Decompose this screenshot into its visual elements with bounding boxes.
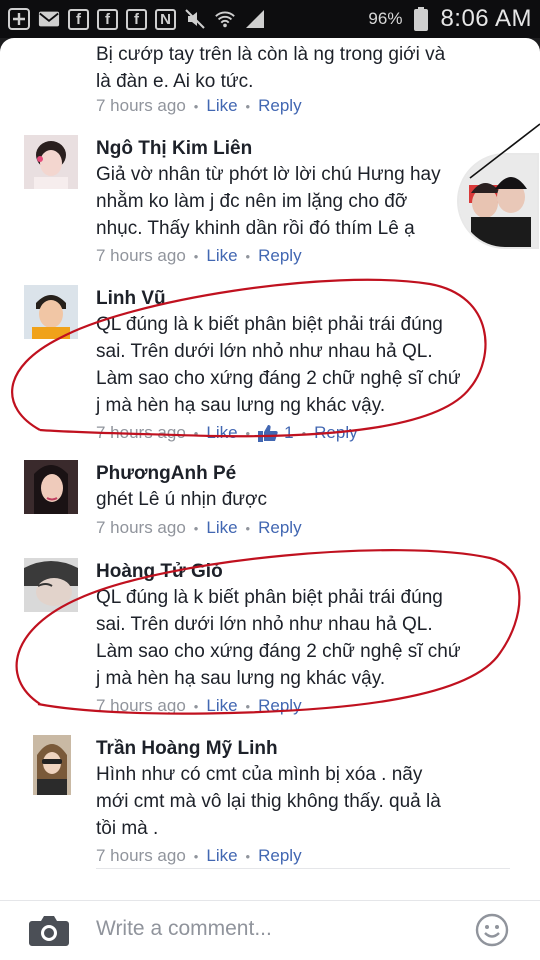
avatar[interactable] bbox=[24, 558, 78, 612]
reply-button[interactable]: Reply bbox=[258, 846, 301, 866]
divider bbox=[96, 868, 510, 869]
comment-meta: 7 hours ago • Like • Reply bbox=[96, 696, 302, 716]
comment-composer bbox=[0, 900, 540, 960]
comment-author[interactable]: PhươngAnh Pé bbox=[96, 463, 236, 485]
comment-line: mới cmt mà vô lại thig không thấy. quả l… bbox=[96, 791, 441, 812]
comment-author[interactable]: Ngô Thị Kim Liên bbox=[96, 138, 252, 160]
comment-author[interactable]: Linh Vũ bbox=[96, 288, 166, 310]
separator-dot: • bbox=[245, 698, 251, 714]
comment-meta: 7 hours ago • Like • 1 • Reply bbox=[96, 423, 358, 443]
comment-line: Làm sao cho xứng đáng 2 chữ nghệ sĩ chứ bbox=[96, 641, 461, 662]
comment-input[interactable] bbox=[96, 914, 426, 944]
comment-meta: 7 hours ago • Like • Reply bbox=[96, 96, 302, 116]
avatar[interactable] bbox=[24, 460, 78, 514]
separator-dot: • bbox=[193, 698, 199, 714]
clock: 8:06 AM bbox=[440, 5, 532, 32]
comment-time: 7 hours ago bbox=[96, 246, 186, 265]
comment-author[interactable]: Hoàng Tử Gió bbox=[96, 561, 223, 583]
facebook-icon: f bbox=[68, 8, 89, 30]
like-button[interactable]: Like bbox=[206, 423, 237, 443]
like-button[interactable]: Like bbox=[206, 518, 237, 538]
separator-dot: • bbox=[193, 98, 199, 114]
like-button[interactable]: Like bbox=[206, 846, 237, 866]
emoji-icon[interactable] bbox=[474, 912, 510, 948]
comment-item: Bị cướp tay trên là còn là ng trong giới… bbox=[0, 38, 540, 128]
notification-icons: f f f N bbox=[8, 8, 266, 30]
camera-icon[interactable] bbox=[28, 913, 70, 949]
comments-panel[interactable]: Bị cướp tay trên là còn là ng trong giới… bbox=[0, 38, 540, 960]
comment-line: sai. Trên dưới lớn nhỏ như nhau hả QL. bbox=[96, 614, 433, 635]
reply-button[interactable]: Reply bbox=[258, 96, 301, 116]
comment-meta: 7 hours ago • Like • Reply bbox=[96, 846, 302, 866]
avatar[interactable] bbox=[33, 735, 71, 795]
comment-line: j mà hèn hạ sau lưng ng khác vậy. bbox=[96, 668, 386, 689]
signal-icon bbox=[244, 8, 266, 30]
separator-dot: • bbox=[193, 248, 199, 264]
separator-dot: • bbox=[301, 425, 307, 441]
reply-button[interactable]: Reply bbox=[314, 423, 357, 443]
facebook-icon: f bbox=[97, 8, 118, 30]
comment-line: Làm sao cho xứng đáng 2 chữ nghệ sĩ chứ bbox=[96, 368, 461, 389]
plus-icon bbox=[8, 8, 30, 30]
comment-time: 7 hours ago bbox=[96, 696, 186, 715]
battery-percent: 96% bbox=[368, 9, 403, 28]
comment-meta: 7 hours ago • Like • Reply bbox=[96, 518, 302, 538]
comment-body: QL đúng là k biết phân biệt phải trái đú… bbox=[96, 584, 516, 692]
comment-author[interactable]: Trần Hoàng Mỹ Linh bbox=[96, 738, 278, 760]
battery-icon bbox=[410, 7, 432, 31]
comment-time: 7 hours ago bbox=[96, 96, 186, 115]
separator-dot: • bbox=[193, 425, 199, 441]
comment-body: Giả vờ nhân từ phớt lờ lời chú Hưng hay … bbox=[96, 161, 516, 242]
comment-body: Bị cướp tay trên là còn là ng trong giới… bbox=[96, 41, 516, 95]
status-bar: f f f N 96% 8:06 AM bbox=[0, 0, 540, 38]
comment-item: Linh Vũ QL đúng là k biết phân biệt phải… bbox=[0, 283, 540, 453]
comment-line: Bị cướp tay trên là còn là ng trong giới… bbox=[96, 44, 446, 65]
comment-time: 7 hours ago bbox=[96, 518, 186, 537]
separator-dot: • bbox=[245, 848, 251, 864]
comment-time: 7 hours ago bbox=[96, 423, 186, 442]
separator-dot: • bbox=[245, 520, 251, 536]
n-icon: N bbox=[155, 8, 176, 30]
comment-item: Trần Hoàng Mỹ Linh Hình như có cmt của m… bbox=[0, 733, 540, 873]
like-count[interactable]: 1 bbox=[258, 423, 294, 443]
comment-line: QL đúng là k biết phân biệt phải trái đú… bbox=[96, 314, 443, 335]
comment-line: tồi mà . bbox=[96, 818, 159, 839]
separator-dot: • bbox=[245, 98, 251, 114]
comment-line: nhằm ko làm j đc nên im lặng cho đỡ bbox=[96, 191, 408, 212]
comment-time: 7 hours ago bbox=[96, 846, 186, 865]
mail-icon bbox=[38, 8, 60, 30]
like-button[interactable]: Like bbox=[206, 96, 237, 116]
comment-body: Hình như có cmt của mình bị xóa . nãy mớ… bbox=[96, 761, 516, 842]
thumbs-up-icon bbox=[258, 425, 278, 442]
separator-dot: • bbox=[193, 520, 199, 536]
comment-line: sai. Trên dưới lớn nhỏ như nhau hả QL. bbox=[96, 341, 433, 362]
separator-dot: • bbox=[245, 248, 251, 264]
separator-dot: • bbox=[245, 425, 251, 441]
comment-line: nhục. Thấy khinh dần rồi đó thím Lê ạ bbox=[96, 218, 415, 239]
comment-line: j mà hèn hạ sau lưng ng khác vậy. bbox=[96, 395, 386, 416]
reply-button[interactable]: Reply bbox=[258, 696, 301, 716]
comment-line: ghét Lê ú nhịn được bbox=[96, 489, 267, 510]
comment-line: QL đúng là k biết phân biệt phải trái đú… bbox=[96, 587, 443, 608]
comment-line: Hình như có cmt của mình bị xóa . nãy bbox=[96, 764, 423, 785]
separator-dot: • bbox=[193, 848, 199, 864]
facebook-icon: f bbox=[126, 8, 147, 30]
comment-meta: 7 hours ago • Like • Reply bbox=[96, 246, 302, 266]
reply-button[interactable]: Reply bbox=[258, 518, 301, 538]
comment-line: Giả vờ nhân từ phớt lờ lời chú Hưng hay bbox=[96, 164, 441, 185]
wifi-icon bbox=[214, 8, 236, 30]
avatar[interactable] bbox=[24, 285, 78, 339]
comment-body: ghét Lê ú nhịn được bbox=[96, 486, 516, 513]
avatar[interactable] bbox=[24, 135, 78, 189]
like-button[interactable]: Like bbox=[206, 696, 237, 716]
like-count-value: 1 bbox=[284, 423, 294, 442]
comment-item: PhươngAnh Pé ghét Lê ú nhịn được 7 hours… bbox=[0, 458, 540, 548]
comment-body: QL đúng là k biết phân biệt phải trái đú… bbox=[96, 311, 516, 419]
mute-icon bbox=[184, 8, 206, 30]
reply-button[interactable]: Reply bbox=[258, 246, 301, 266]
comment-line: là đàn e. Ai ko tức. bbox=[96, 71, 254, 92]
like-button[interactable]: Like bbox=[206, 246, 237, 266]
comment-item: Hoàng Tử Gió QL đúng là k biết phân biệt… bbox=[0, 556, 540, 726]
